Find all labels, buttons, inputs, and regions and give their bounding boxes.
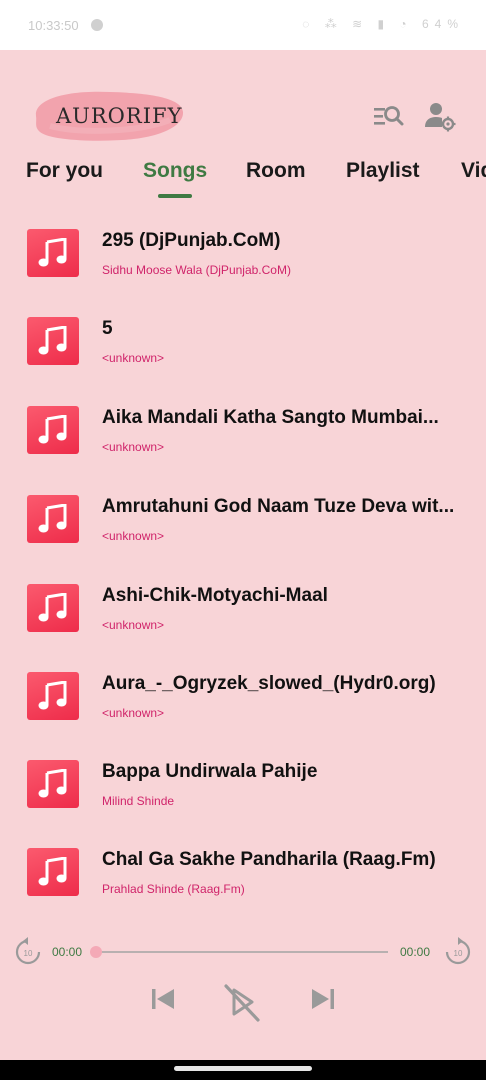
- song-title: Ashi-Chik-Motyachi-Maal: [102, 585, 328, 606]
- user-settings-icon[interactable]: [423, 100, 457, 134]
- album-art: [27, 406, 79, 454]
- music-note-icon: [38, 238, 67, 267]
- music-note-icon: [38, 504, 67, 533]
- song-artist: Prahlad Shinde (Raag.Fm): [102, 882, 245, 896]
- music-note-icon: [38, 769, 67, 798]
- seek-thumb[interactable]: [90, 946, 102, 958]
- album-art: [27, 495, 79, 543]
- song-title: 5: [102, 318, 113, 339]
- song-title: Aura_-_Ogryzek_slowed_(Hydr0.org): [102, 673, 436, 694]
- rewind-10-icon[interactable]: 10: [14, 936, 42, 966]
- album-art: [27, 584, 79, 632]
- album-art: [27, 672, 79, 720]
- album-art: [27, 317, 79, 365]
- current-time: 00:00: [52, 945, 83, 959]
- song-artist: <unknown>: [102, 529, 165, 543]
- tab-songs[interactable]: Songs: [143, 159, 207, 183]
- music-note-icon: [38, 593, 67, 622]
- album-art: [27, 760, 79, 808]
- skip-next-icon[interactable]: [308, 984, 338, 1014]
- skip-previous-icon[interactable]: [148, 984, 178, 1014]
- music-note-icon: [38, 857, 67, 886]
- status-indicators: ◌ ⁂ ≋ ▮ ◔ 64%: [302, 17, 464, 31]
- tab-bar: For you Songs Room Playlist Vid: [0, 155, 486, 203]
- song-artist: <unknown>: [102, 618, 165, 632]
- play-pause-disabled-icon[interactable]: [222, 982, 262, 1022]
- tab-room[interactable]: Room: [246, 159, 306, 183]
- tab-for-you[interactable]: For you: [26, 159, 103, 183]
- song-title: Amrutahuni God Naam Tuze Deva wit...: [102, 496, 455, 517]
- song-title: Aika Mandali Katha Sangto Mumbai...: [102, 407, 439, 428]
- tab-playlist[interactable]: Playlist: [346, 159, 420, 183]
- queue-search-icon[interactable]: [372, 100, 406, 134]
- home-gesture-handle[interactable]: [174, 1066, 312, 1071]
- status-time: 10:33:50: [28, 18, 79, 33]
- music-note-icon: [38, 326, 67, 355]
- song-row[interactable]: Aika Mandali Katha Sangto Mumbai... <unk…: [0, 406, 486, 486]
- music-note-icon: [38, 415, 67, 444]
- song-row[interactable]: 5 <unknown>: [0, 317, 486, 397]
- total-time: 00:00: [400, 945, 431, 959]
- song-artist: <unknown>: [102, 706, 165, 720]
- song-row[interactable]: Chal Ga Sakhe Pandharila (Raag.Fm) Prahl…: [0, 848, 486, 928]
- song-row[interactable]: Aura_-_Ogryzek_slowed_(Hydr0.org) <unkno…: [0, 672, 486, 752]
- song-title: Chal Ga Sakhe Pandharila (Raag.Fm): [102, 849, 436, 870]
- song-artist: <unknown>: [102, 440, 165, 454]
- song-row[interactable]: 295 (DjPunjab.CoM) Sidhu Moose Wala (DjP…: [0, 229, 486, 309]
- status-bar: 10:33:50 ◌ ⁂ ≋ ▮ ◔ 64%: [0, 0, 486, 50]
- forward-10-icon[interactable]: 10: [444, 936, 472, 966]
- song-artist: <unknown>: [102, 351, 165, 365]
- song-row[interactable]: Ashi-Chik-Motyachi-Maal <unknown>: [0, 584, 486, 664]
- song-artist: Milind Shinde: [102, 794, 175, 808]
- song-artist: Sidhu Moose Wala (DjPunjab.CoM): [102, 263, 291, 277]
- tab-videos[interactable]: Vid: [461, 159, 486, 183]
- mini-player: 10 00:00 00:00 10: [0, 930, 486, 1040]
- rewind-label: 10: [24, 949, 33, 958]
- song-title: 295 (DjPunjab.CoM): [102, 230, 281, 251]
- song-row[interactable]: Bappa Undirwala Pahije Milind Shinde: [0, 760, 486, 840]
- album-art: [27, 229, 79, 277]
- forward-label: 10: [454, 949, 463, 958]
- notification-dot-icon: [91, 19, 103, 31]
- seek-bar[interactable]: [96, 951, 388, 953]
- music-note-icon: [38, 681, 67, 710]
- song-title: Bappa Undirwala Pahije: [102, 761, 318, 782]
- logo-text: AURORIFY: [56, 104, 183, 128]
- active-tab-indicator: [158, 194, 192, 198]
- system-nav-bar: [0, 1060, 486, 1080]
- app-logo: AURORIFY: [30, 86, 185, 146]
- album-art: [27, 848, 79, 896]
- song-row[interactable]: Amrutahuni God Naam Tuze Deva wit... <un…: [0, 495, 486, 575]
